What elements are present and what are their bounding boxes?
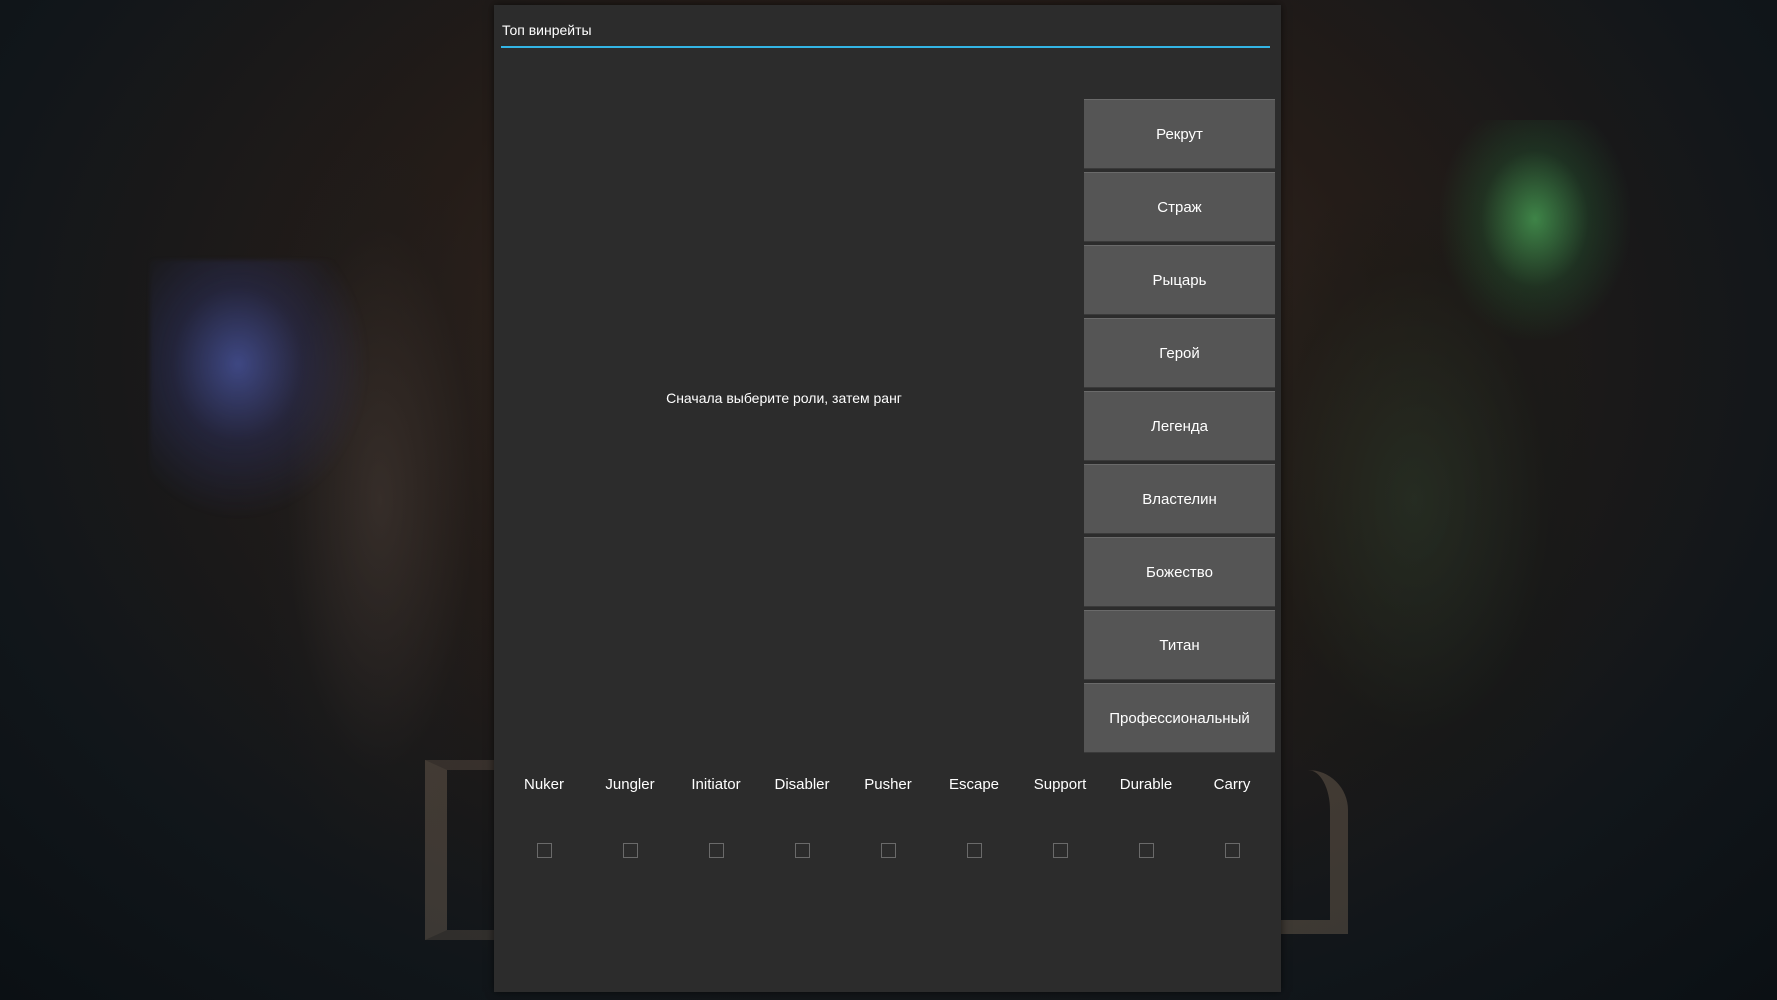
role-label: Initiator <box>691 776 741 793</box>
role-label: Support <box>1033 776 1087 793</box>
role-filter-row: Nuker Jungler Initiator Disabler Pusher … <box>501 775 1275 858</box>
role-checkbox-carry[interactable] <box>1224 843 1240 858</box>
background-logo-right <box>1280 770 1348 934</box>
role-label: Nuker <box>523 776 564 793</box>
rank-list: Рекрут Страж Рыцарь Герой Легенда Власте… <box>1084 99 1275 756</box>
role-carry: Carry <box>1189 775 1275 858</box>
rank-button-recruit[interactable]: Рекрут <box>1084 99 1275 169</box>
role-checkbox-disabler[interactable] <box>794 843 810 858</box>
instruction-message: Сначала выберите роли, затем ранг <box>666 390 902 406</box>
role-checkbox-escape[interactable] <box>966 843 982 858</box>
role-label: Disabler <box>774 776 830 793</box>
dialog-title-text: Топ винрейты <box>502 22 592 38</box>
role-durable: Durable <box>1103 775 1189 858</box>
role-initiator: Initiator <box>673 775 759 858</box>
role-label: Pusher <box>864 776 912 793</box>
role-checkbox-initiator[interactable] <box>708 843 724 858</box>
rank-button-divine[interactable]: Божество <box>1084 537 1275 607</box>
role-escape: Escape <box>931 775 1017 858</box>
role-label: Carry <box>1213 776 1251 793</box>
role-label: Jungler <box>605 776 655 793</box>
role-disabler: Disabler <box>759 775 845 858</box>
role-label: Durable <box>1119 776 1173 793</box>
role-nuker: Nuker <box>501 775 587 858</box>
role-label: Escape <box>948 776 1000 793</box>
rank-button-immortal[interactable]: Титан <box>1084 610 1275 680</box>
role-checkbox-support[interactable] <box>1052 843 1068 858</box>
rank-button-archon[interactable]: Герой <box>1084 318 1275 388</box>
dialog-title: Топ винрейты <box>501 5 1270 48</box>
rank-button-legend[interactable]: Легенда <box>1084 391 1275 461</box>
rank-button-ancient[interactable]: Властелин <box>1084 464 1275 534</box>
role-checkbox-jungler[interactable] <box>622 843 638 858</box>
background-blue-glow <box>150 260 370 520</box>
role-checkbox-nuker[interactable] <box>536 843 552 858</box>
role-checkbox-durable[interactable] <box>1138 843 1154 858</box>
role-pusher: Pusher <box>845 775 931 858</box>
role-support: Support <box>1017 775 1103 858</box>
rank-button-guardian[interactable]: Страж <box>1084 172 1275 242</box>
background-green-glow <box>1440 120 1630 340</box>
role-checkbox-pusher[interactable] <box>880 843 896 858</box>
top-winrates-dialog: Топ винрейты Сначала выберите роли, зате… <box>494 5 1281 992</box>
rank-button-crusader[interactable]: Рыцарь <box>1084 245 1275 315</box>
role-jungler: Jungler <box>587 775 673 858</box>
rank-button-professional[interactable]: Профессиональный <box>1084 683 1275 753</box>
